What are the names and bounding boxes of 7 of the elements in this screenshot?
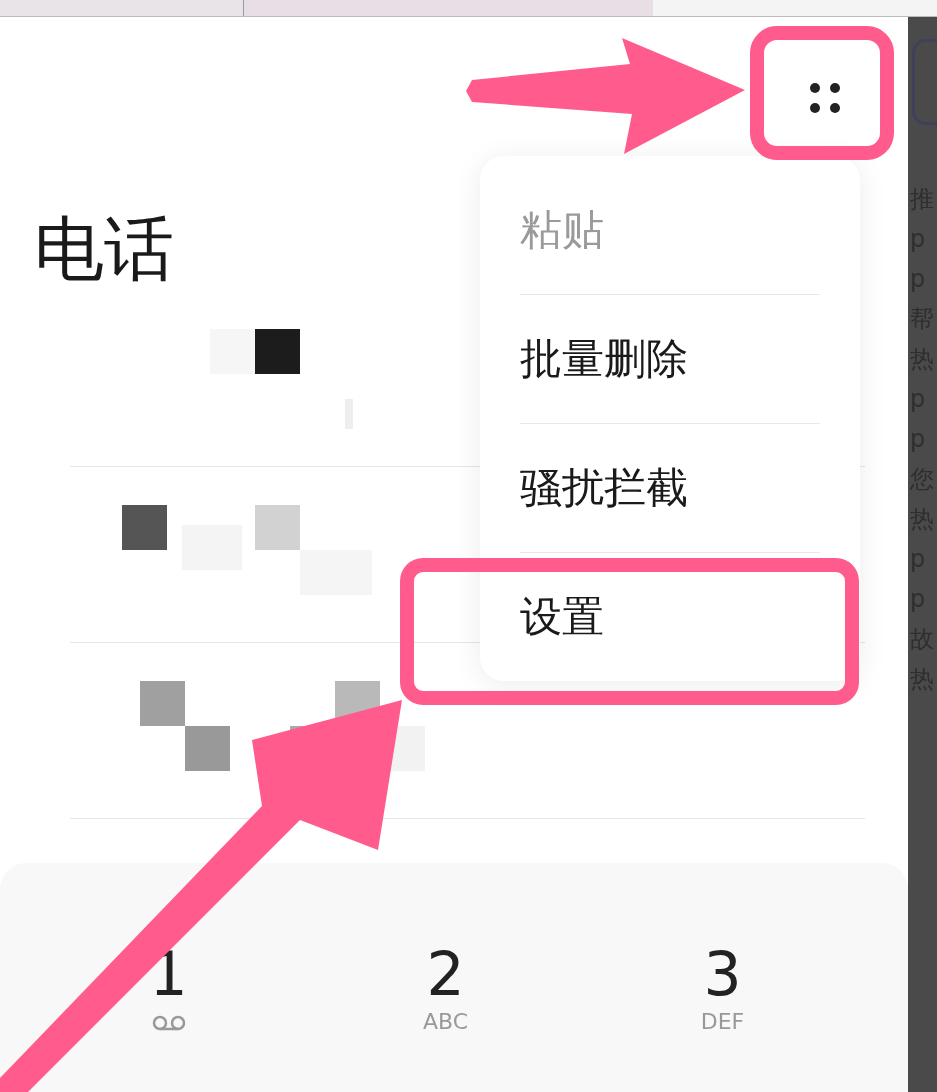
dial-key[interactable]: 2 ABC <box>307 941 584 1034</box>
menu-item[interactable]: 骚扰拦截 <box>520 424 820 553</box>
dial-key[interactable]: 3 DEF <box>584 941 861 1034</box>
menu-item[interactable]: 设置 <box>520 553 820 681</box>
voicemail-icon <box>151 1015 186 1031</box>
menu-item[interactable]: 批量删除 <box>520 295 820 424</box>
page-title: 电话 <box>34 207 174 291</box>
